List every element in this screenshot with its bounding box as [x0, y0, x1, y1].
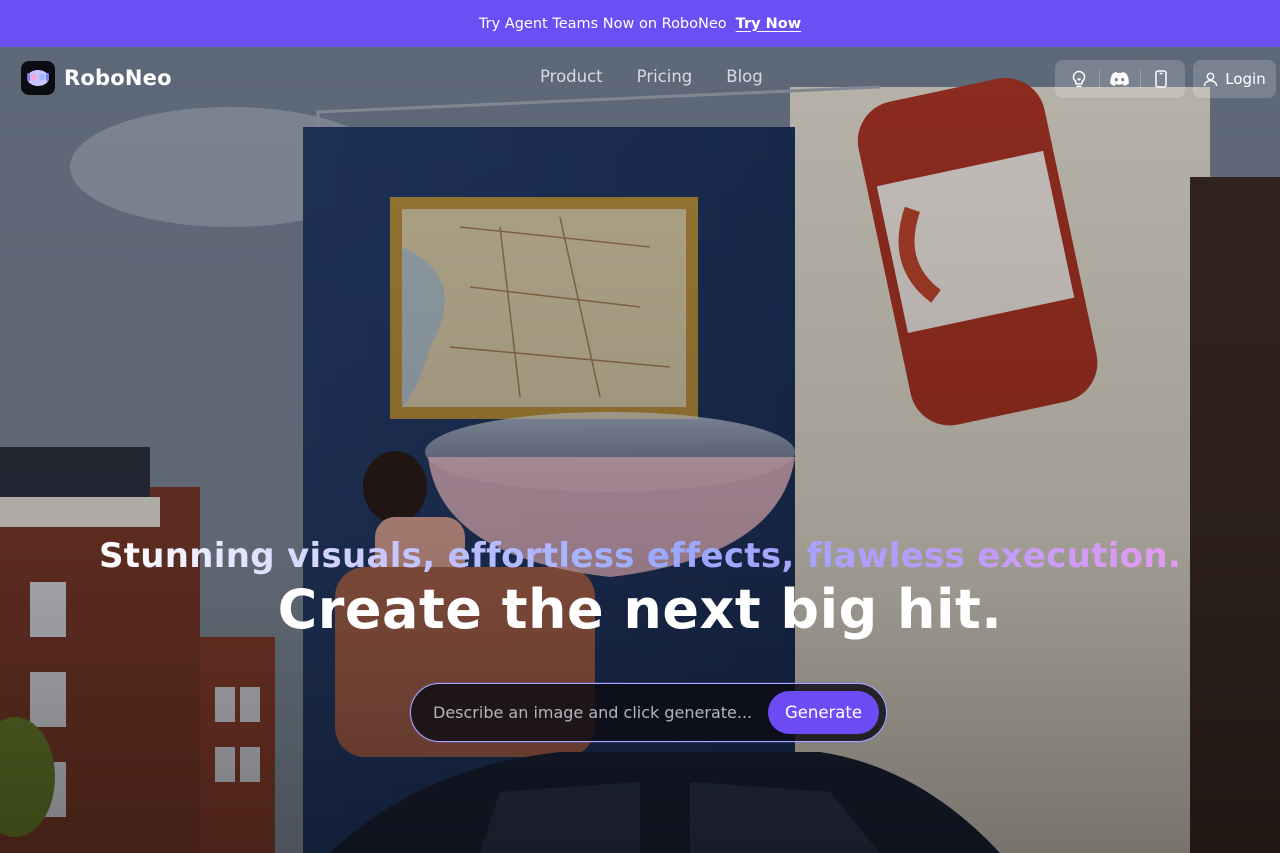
- nav-item-product[interactable]: Product: [540, 67, 603, 86]
- user-icon: [1204, 72, 1218, 86]
- utility-icons: [1055, 60, 1185, 98]
- lightbulb-icon[interactable]: [1064, 64, 1094, 94]
- prompt-bar: Generate: [410, 683, 887, 742]
- main-menu: Product Pricing Blog: [540, 67, 763, 86]
- prompt-input[interactable]: [433, 703, 768, 722]
- brand-logo[interactable]: RoboNeo: [21, 61, 172, 95]
- nav-item-blog[interactable]: Blog: [726, 67, 762, 86]
- login-button[interactable]: Login: [1193, 60, 1276, 98]
- robot-logo-icon: [21, 61, 55, 95]
- divider: [1140, 70, 1142, 88]
- announcement-bar: Try Agent Teams Now on RoboNeo Try Now: [0, 0, 1280, 47]
- generate-button[interactable]: Generate: [768, 691, 879, 734]
- nav-item-pricing[interactable]: Pricing: [637, 67, 693, 86]
- mobile-icon[interactable]: [1146, 64, 1176, 94]
- hero-headline: Create the next big hit.: [277, 578, 1003, 641]
- divider: [1098, 70, 1100, 88]
- announcement-text: Try Agent Teams Now on RoboNeo: [478, 15, 727, 32]
- try-now-link[interactable]: Try Now: [736, 16, 801, 32]
- hero-tagline: Stunning visuals, effortless effects, fl…: [0, 536, 1280, 576]
- brand-name: RoboNeo: [64, 66, 172, 90]
- login-label: Login: [1225, 70, 1266, 88]
- navbar: RoboNeo Product Pricing Blog Login: [0, 47, 1280, 111]
- discord-icon[interactable]: [1105, 64, 1135, 94]
